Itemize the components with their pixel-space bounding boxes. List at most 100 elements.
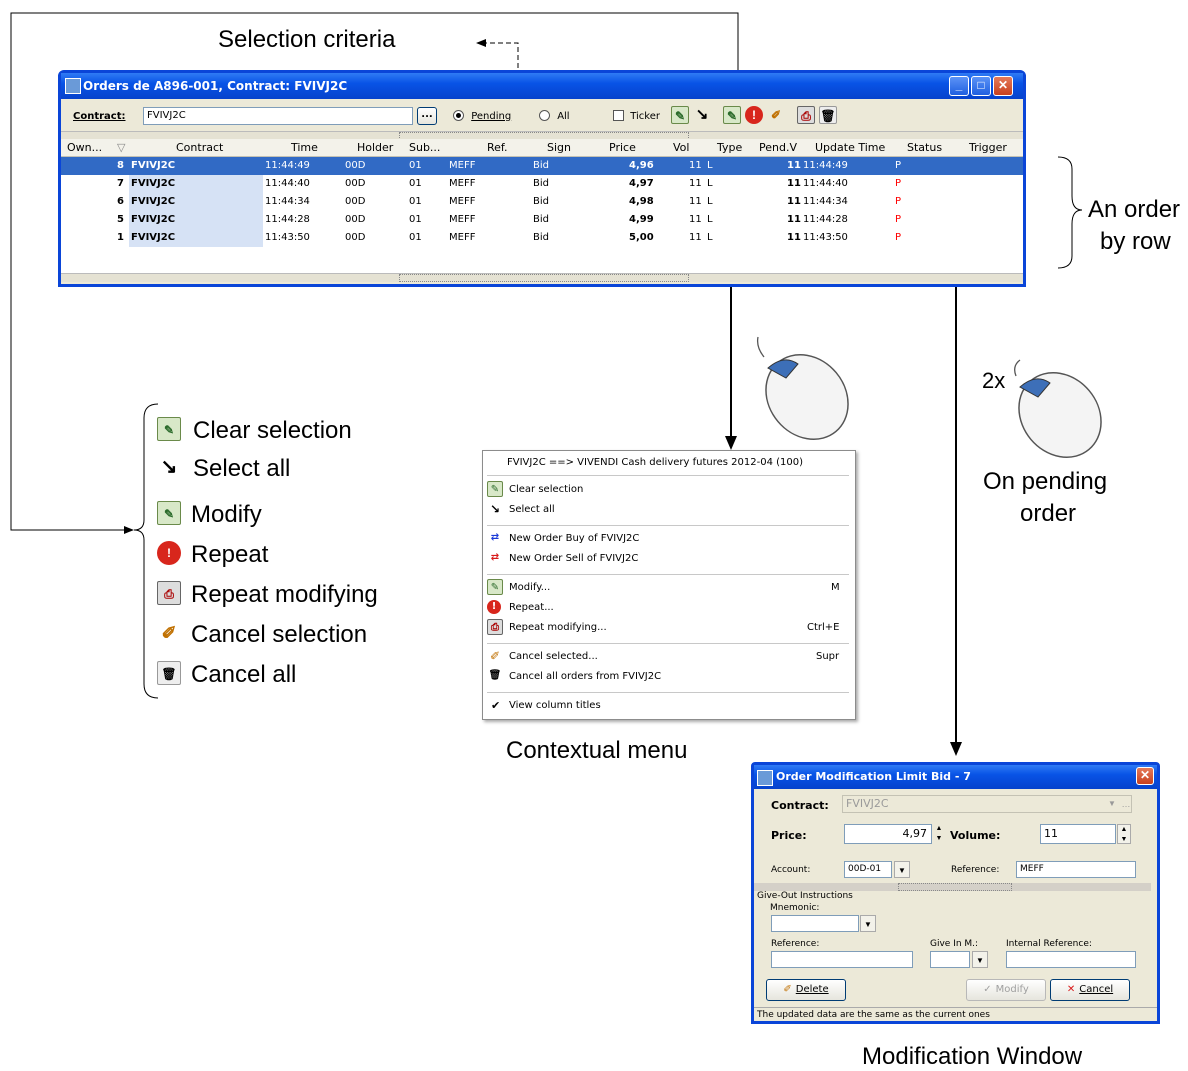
cell-own: 8 (117, 160, 124, 171)
cell-ref: MEFF (449, 178, 476, 189)
col-update-time[interactable]: Update Time (815, 141, 885, 154)
cell-update: 11:44:49 (803, 160, 848, 171)
pending-radio[interactable]: Pending (453, 110, 511, 122)
modification-window-title: Order Modification Limit Bid - 7 (776, 770, 971, 783)
cell-vol: 11 (689, 232, 702, 243)
col-ref[interactable]: Ref. (487, 141, 508, 154)
checkmark-icon: ✔ (491, 699, 501, 712)
col-time[interactable]: Time (291, 141, 318, 154)
price-stepper[interactable]: ▲ ▼ (933, 824, 945, 844)
col-price[interactable]: Price (609, 141, 636, 154)
cell-update: 11:44:28 (803, 214, 848, 225)
reference-input[interactable]: MEFF (1016, 861, 1136, 878)
col-vol[interactable]: Vol (673, 141, 689, 154)
col-status[interactable]: Status (907, 141, 942, 154)
reference2-label: Reference: (771, 939, 820, 949)
menu-repeat-modifying[interactable]: ⎙ Repeat modifying... Ctrl+E (485, 618, 851, 638)
close-button[interactable]: ✕ (993, 76, 1013, 96)
menu-cancel-selected[interactable]: ✐ Cancel selected... Supr (485, 647, 851, 667)
cell-sub: 01 (409, 232, 422, 243)
volume-input[interactable]: 11 (1040, 824, 1116, 844)
minimize-button[interactable]: _ (949, 76, 969, 96)
mnemonic-label: Mnemonic: (770, 903, 820, 913)
context-menu: FVIVJ2C ==> VIVENDI Cash delivery future… (482, 450, 856, 720)
repeat-icon[interactable]: ! (745, 106, 763, 124)
cell-sign: Bid (533, 196, 549, 207)
modification-window-titlebar[interactable]: Order Modification Limit Bid - 7 (754, 765, 1157, 789)
double-click-caption: 2x (982, 368, 1006, 393)
cell-pendv: 11 (787, 160, 801, 171)
menu-new-order-sell[interactable]: ⇄ New Order Sell of FVIVJ2C (485, 549, 851, 569)
reference2-input[interactable] (771, 951, 913, 968)
col-type[interactable]: Type (717, 141, 742, 154)
menu-select-all[interactable]: ↘ Select all (485, 500, 851, 520)
contract-browse-button[interactable]: ... (417, 107, 437, 125)
table-row[interactable]: 5 FVIVJ2C 11:44:28 00D 01 MEFF Bid 4,99 11 L 11 11:… (61, 211, 1023, 229)
internal-ref-input[interactable] (1006, 951, 1136, 968)
menu-modify[interactable]: ✎ Modify... M (485, 578, 851, 598)
col-owner[interactable]: Own... (67, 141, 102, 154)
price-input[interactable]: 4,97 (844, 824, 932, 844)
new-order-buy-icon: ⇄ (490, 532, 500, 543)
cell-ref: MEFF (449, 196, 476, 207)
cell-holder: 00D (345, 160, 366, 171)
repeat-modifying-icon[interactable]: ⎙ (797, 106, 815, 124)
mnemonic-dropdown-icon[interactable]: ▼ (860, 915, 876, 932)
cell-sub: 01 (409, 214, 422, 225)
clear-selection-icon[interactable]: ✎ (671, 106, 689, 124)
volume-stepper[interactable]: ▲ ▼ (1117, 824, 1131, 844)
menu-view-column-titles[interactable]: ✔ View column titles (485, 696, 851, 716)
modify-button[interactable]: ✓ Modify (966, 979, 1046, 1001)
cell-status: P (895, 196, 902, 207)
col-trigger[interactable]: Trigger (969, 141, 1007, 154)
menu-new-order-buy[interactable]: ⇄ New Order Buy of FVIVJ2C (485, 529, 851, 549)
delete-icon: ✐ (783, 984, 792, 995)
modification-close-button[interactable]: ✕ (1136, 767, 1154, 785)
legend-cancel-all: 🗑 Cancel all (157, 661, 397, 689)
orders-window: Orders de A896-001, Contract: FVIVJ2C _ … (58, 70, 1026, 287)
cell-ref: MEFF (449, 214, 476, 225)
menu-clear-selection[interactable]: ✎ Clear selection (485, 480, 851, 500)
cancel-selection-icon[interactable]: ✐ (767, 106, 785, 124)
clear-selection-icon: ✎ (157, 417, 181, 441)
cell-time: 11:43:50 (265, 232, 310, 243)
mod-splitter[interactable] (754, 883, 1151, 891)
col-contract[interactable]: Contract (176, 141, 223, 154)
contract-input[interactable]: FVIVJ2C (143, 107, 413, 125)
mnemonic-select[interactable] (771, 915, 859, 932)
modify-icon[interactable]: ✎ (723, 106, 741, 124)
select-all-icon[interactable]: ↘ (693, 106, 711, 124)
all-radio[interactable]: All (539, 110, 570, 122)
cell-vol: 11 (689, 160, 702, 171)
cell-sign: Bid (533, 160, 549, 171)
delete-button[interactable]: ✐ Delete (766, 979, 846, 1001)
account-dropdown-icon[interactable]: ▼ (894, 861, 910, 878)
cell-contract: FVIVJ2C (131, 214, 176, 225)
maximize-button[interactable]: □ (971, 76, 991, 96)
cancel-all-icon[interactable]: 🗑 (819, 106, 837, 124)
bottom-splitter[interactable] (61, 273, 1023, 282)
table-row[interactable]: 8 FVIVJ2C 11:44:49 00D 01 MEFF Bid 4,96 11 L 11 11:… (61, 157, 1023, 175)
account-select[interactable]: 00D-01 (844, 861, 892, 878)
cell-ref: MEFF (449, 232, 476, 243)
table-row[interactable]: 7 FVIVJ2C 11:44:40 00D 01 MEFF Bid 4,97 11 L 11 11:… (61, 175, 1023, 193)
cell-holder: 00D (345, 178, 366, 189)
cancel-button[interactable]: ✕ Cancel (1050, 979, 1130, 1001)
table-row[interactable]: 6 FVIVJ2C 11:44:34 00D 01 MEFF Bid 4,98 11 L 11 11:… (61, 193, 1023, 211)
give-in-dropdown-icon[interactable]: ▼ (972, 951, 988, 968)
col-sub[interactable]: Sub... (409, 141, 440, 154)
legend-repeat: ! Repeat (157, 541, 397, 569)
ticker-checkbox[interactable]: Ticker (613, 110, 660, 122)
col-sign[interactable]: Sign (547, 141, 571, 154)
cell-price: 4,97 (629, 178, 654, 189)
table-row[interactable]: 1 FVIVJ2C 11:43:50 00D 01 MEFF Bid 5,00 11 L 11 11:… (61, 229, 1023, 247)
menu-repeat[interactable]: ! Repeat... (485, 598, 851, 618)
menu-cancel-all[interactable]: 🗑 Cancel all orders from FVIVJ2C (485, 667, 851, 687)
col-pendv[interactable]: Pend.V (759, 141, 797, 154)
cell-type: L (707, 196, 713, 207)
internal-ref-label: Internal Reference: (1006, 939, 1092, 949)
cell-time: 11:44:40 (265, 178, 310, 189)
col-holder[interactable]: Holder (357, 141, 393, 154)
orders-window-titlebar[interactable]: Orders de A896-001, Contract: FVIVJ2C (61, 73, 1023, 99)
give-in-select[interactable] (930, 951, 970, 968)
